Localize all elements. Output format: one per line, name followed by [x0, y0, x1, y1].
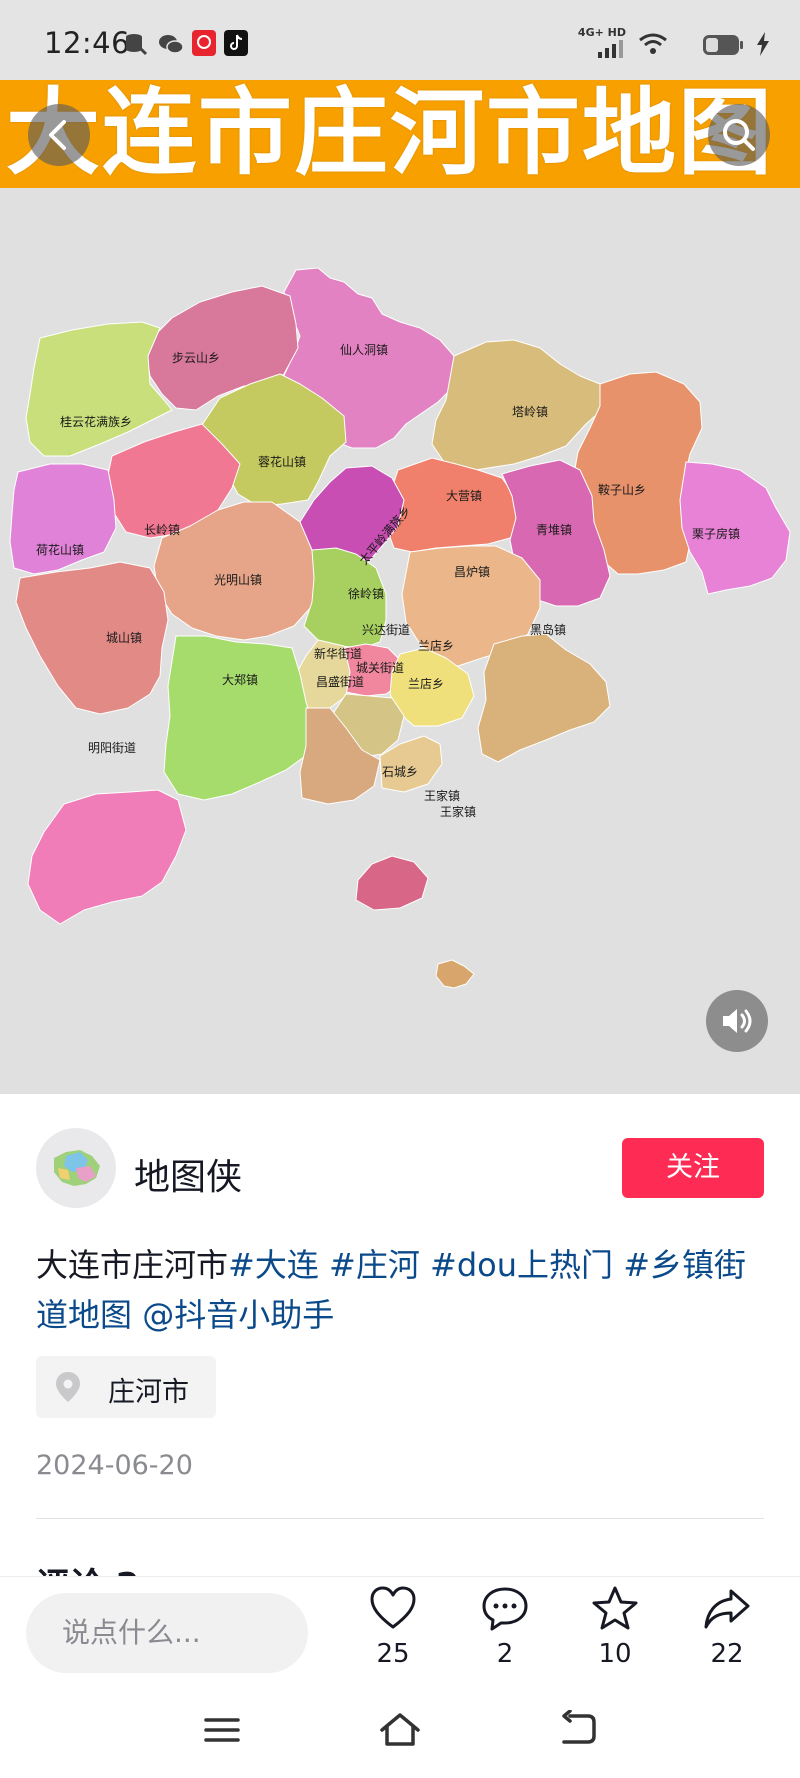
label-changsheng: 昌盛街道 [316, 674, 364, 689]
home-icon[interactable] [378, 1710, 422, 1754]
favorite-button[interactable]: 10 [570, 1583, 660, 1669]
status-bar: 12:46 4G+ HD [0, 0, 800, 80]
label-guiyunhua: 桂云花满族乡 [60, 414, 132, 429]
label-shicheng: 石城乡 [382, 765, 418, 779]
status-time: 12:46 [44, 26, 131, 60]
search-icon [723, 119, 755, 151]
tiktok-icon [224, 30, 248, 60]
region-wangjia [435, 959, 475, 989]
signal-icon [598, 38, 624, 62]
label-ronghuashan: 蓉花山镇 [258, 454, 306, 469]
label-qingdui: 青堆镇 [536, 523, 572, 537]
post-description: 大连市庄河市#大连 #庄河 #dou上热门 #乡镇街道地图 @抖音小助手 [36, 1240, 766, 1340]
comment-count: 2 [496, 1639, 514, 1669]
label-xuling: 徐岭镇 [348, 586, 384, 601]
label-wangjia-b: 王家镇 [440, 804, 476, 819]
label-chengshan: 城山镇 [106, 631, 142, 645]
location-chip[interactable]: 庄河市 [36, 1356, 216, 1418]
label-landian-a: 兰店乡 [418, 639, 454, 653]
region-mingyang [27, 789, 187, 925]
wifi-icon [638, 32, 668, 60]
label-lizifang: 栗子房镇 [692, 526, 740, 541]
map-image: 步云山乡 仙人洞镇 塔岭镇 桂云花满族乡 蓉花山镇 鞍子山乡 大营镇 太平岭满族… [0, 188, 800, 1094]
label-dadaying: 大营镇 [446, 489, 482, 503]
search-button[interactable] [708, 104, 770, 166]
map-thumbnail-icon [54, 1150, 100, 1186]
menu-icon[interactable] [202, 1710, 242, 1754]
follow-button[interactable]: 关注 [622, 1138, 764, 1198]
label-buyunshan: 步云山乡 [172, 351, 220, 365]
region-chengshan [15, 561, 169, 715]
label-changling: 长岭镇 [144, 523, 180, 537]
title-banner: 大连市庄河市地图 [0, 80, 800, 188]
battery-icon [702, 34, 744, 60]
post-date: 2024-06-20 [36, 1450, 193, 1481]
label-mingyang: 明阳街道 [88, 741, 136, 755]
charging-icon [756, 32, 770, 60]
comments-heading: 评论 2 [36, 1558, 140, 1578]
chevron-left-icon [49, 120, 66, 150]
back-button[interactable] [28, 104, 90, 166]
mention-link[interactable]: @抖音小助手 [142, 1296, 334, 1334]
sim-data-icon [124, 32, 148, 60]
like-count: 25 [376, 1639, 410, 1669]
desc-text: 大连市庄河市 [36, 1246, 229, 1284]
label-landian-b: 兰店乡 [408, 677, 444, 691]
comment-bubble-icon [482, 1587, 528, 1631]
favorite-count: 10 [598, 1639, 632, 1669]
share-button[interactable]: 22 [682, 1583, 772, 1669]
share-count: 22 [710, 1639, 744, 1669]
hashtag-zhuanghe[interactable]: #庄河 [329, 1246, 420, 1284]
video-player[interactable]: 大连市庄河市地图 步云山乡 仙人洞镇 塔岭镇 桂云花满族乡 蓉花山镇 鞍子山乡 … [0, 80, 800, 1094]
label-dazheng: 大郑镇 [222, 672, 258, 687]
region-dadaying [385, 457, 525, 553]
action-bar: 说点什么... 25 2 10 22 [0, 1576, 800, 1689]
avatar[interactable] [36, 1128, 116, 1208]
label-taling: 塔岭镇 [512, 405, 548, 419]
region-shicheng [355, 855, 429, 911]
label-xinhua: 新华街道 [314, 646, 362, 661]
banner-title: 大连市庄河市地图 [6, 80, 775, 188]
wechat-icon [158, 32, 184, 60]
label-changlu: 昌炉镇 [454, 565, 490, 579]
hashtag-dalian[interactable]: #大连 [228, 1246, 319, 1284]
label-chengguan: 城关街道 [356, 661, 404, 675]
like-button[interactable]: 25 [348, 1583, 438, 1669]
label-anzishan: 鞍子山乡 [598, 482, 646, 497]
label-xingda: 兴达街道 [362, 623, 410, 637]
region-guiyunhua [25, 321, 173, 457]
divider [36, 1518, 764, 1519]
label-guangmingshan: 光明山镇 [214, 573, 262, 587]
app-badge-icon [192, 30, 216, 60]
comment-button[interactable]: 2 [460, 1583, 550, 1669]
region-dazheng [163, 635, 315, 801]
share-arrow-icon [704, 1589, 750, 1629]
label-xianrendong: 仙人洞镇 [340, 343, 388, 357]
heart-icon [370, 1586, 416, 1629]
volume-button[interactable] [706, 990, 768, 1052]
label-heidao: 黑岛镇 [530, 622, 566, 637]
system-nav-bar [0, 1688, 800, 1778]
volume-icon [723, 1009, 752, 1033]
region-hehuashan [9, 463, 117, 575]
star-icon [592, 1586, 638, 1630]
label-wangjia-a: 王家镇 [424, 788, 460, 803]
location-text: 庄河市 [108, 1377, 189, 1408]
author-name[interactable]: 地图侠 [134, 1148, 242, 1200]
comment-input[interactable]: 说点什么... [26, 1593, 308, 1673]
location-pin-icon [54, 1371, 82, 1407]
back-icon[interactable] [558, 1709, 598, 1754]
label-hehuashan: 荷花山镇 [36, 542, 84, 557]
hashtag-dou[interactable]: #dou上热门 [430, 1246, 613, 1284]
region-heidao [477, 633, 611, 763]
